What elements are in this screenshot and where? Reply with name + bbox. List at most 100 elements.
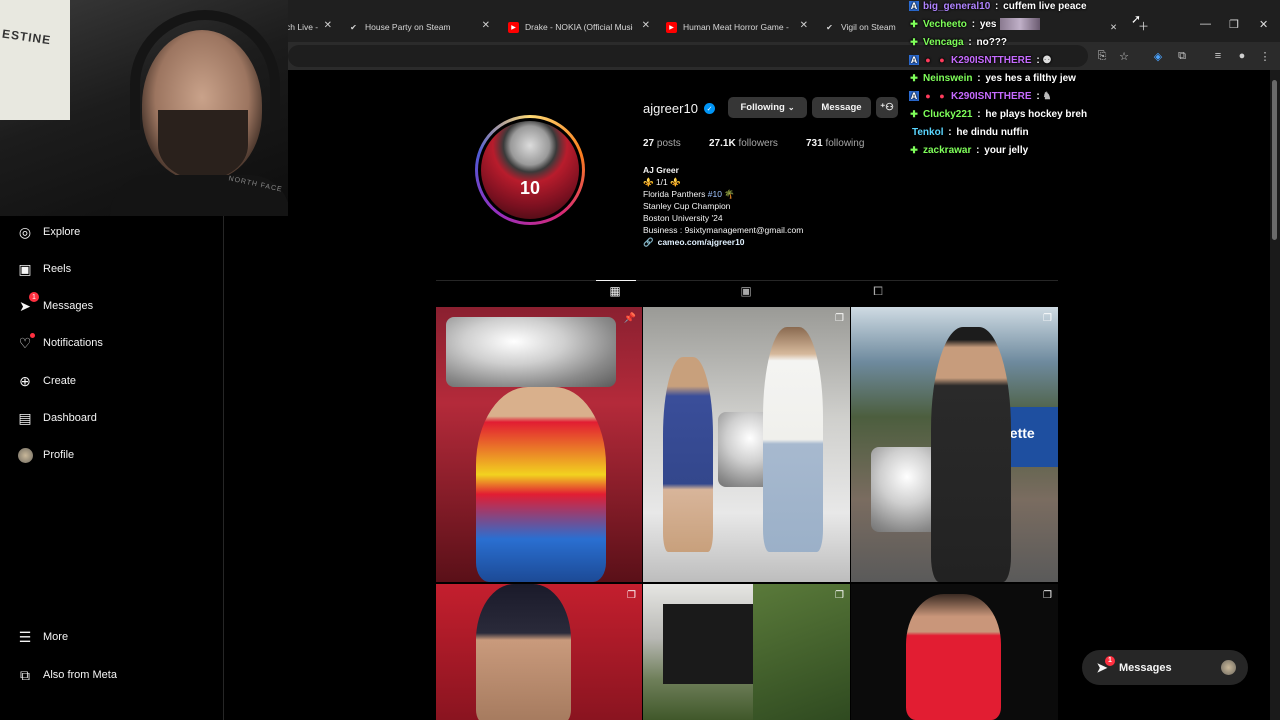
bio-line: Stanley Cup Champion <box>643 201 731 211</box>
close-icon[interactable]: ✕ <box>1110 14 1126 40</box>
heart-badge-icon: ● <box>925 55 931 65</box>
followers-count[interactable]: 27.1K followers <box>709 138 778 149</box>
sub-icon: ✚ <box>910 37 918 47</box>
tab-title: Vigil on Steam <box>841 22 896 32</box>
kebab-menu-icon[interactable]: ⋮ <box>1257 48 1273 64</box>
reels-tab-icon[interactable]: ▣ <box>738 283 754 299</box>
media-icon[interactable]: ≡ <box>1210 48 1226 64</box>
unread-badge: 1 <box>29 292 39 302</box>
following-button[interactable]: Following ⌄ <box>728 97 807 118</box>
sub-icon: ✚ <box>910 145 918 155</box>
prime-icon: A <box>909 1 919 11</box>
heart-badge-icon: ● <box>939 91 945 101</box>
prime-icon: A <box>909 55 919 65</box>
suggested-users-button[interactable]: ⁺⚇ <box>876 97 898 118</box>
chat-message: A ● ● K290ISNTTHERE : ♞ <box>909 90 1052 102</box>
carousel-icon: ❐ <box>1043 313 1052 324</box>
mouse-cursor-icon: ➚ <box>1131 12 1142 26</box>
sidebar-item-more[interactable]: ☰ More <box>16 625 68 649</box>
close-icon[interactable]: ✕ <box>800 20 808 31</box>
heart-icon: ♡ <box>16 333 35 352</box>
close-window-icon[interactable]: ✕ <box>1259 18 1268 31</box>
emote-icon: ⚉ <box>1042 54 1052 66</box>
bio-link[interactable]: 🔗 cameo.com/ajgreer10 <box>643 236 803 248</box>
post-thumbnail[interactable]: ❐ <box>436 584 642 720</box>
sidebar-item-messages[interactable]: ➤ 1 Messages <box>16 292 93 318</box>
profile-avatar-icon[interactable]: ● <box>1234 48 1250 64</box>
player <box>931 327 1011 582</box>
sub-icon: ✚ <box>910 19 918 29</box>
post-thumbnail[interactable]: 📌 <box>436 307 642 582</box>
browser-tab[interactable]: ▶ Drake - NOKIA (Official Music V ✕ <box>500 14 656 40</box>
scrollbar-thumb[interactable] <box>1272 80 1277 240</box>
message-button[interactable]: Message <box>812 97 871 118</box>
sidebar-item-meta[interactable]: ⧉ Also from Meta <box>16 663 117 687</box>
palm-tree <box>753 584 850 720</box>
minimize-icon[interactable]: — <box>1200 18 1211 30</box>
post-thumbnail[interactable]: ❐ <box>643 584 850 720</box>
notification-dot <box>30 333 35 338</box>
tab-title: House Party on Steam <box>365 22 451 32</box>
browser-tab[interactable]: ch Live - ✕ <box>286 14 338 40</box>
streamer-shirt: NORTH FACE <box>110 175 288 216</box>
compass-icon: ◎ <box>18 223 32 240</box>
browser-tab[interactable]: ✔ Vigil on Steam <box>816 14 916 40</box>
messages-pill-button[interactable]: ➤ 1 Messages <box>1082 650 1248 685</box>
page-scrollbar[interactable] <box>1270 70 1280 720</box>
close-icon[interactable]: ✕ <box>324 20 332 31</box>
restore-icon[interactable]: ❐ <box>1229 18 1239 31</box>
install-icon[interactable]: ⎘ <box>1094 48 1110 64</box>
bio-line: Business : 9sixtymanagement@gmail.com <box>643 225 804 235</box>
youtube-icon: ▶ <box>666 21 677 33</box>
sub-icon: ✚ <box>910 109 918 119</box>
sidebar-item-explore[interactable]: ◎ Explore <box>16 220 80 244</box>
post-thumbnail[interactable]: liette ❐ <box>851 307 1058 582</box>
profile-username: ajgreer10 <box>643 101 698 116</box>
tab-title: ch Live - <box>286 22 319 32</box>
post-thumbnail[interactable]: ❐ <box>643 307 850 582</box>
prime-icon: A <box>909 91 919 101</box>
chat-message: ✚ Vecheeto : yes <box>909 16 1040 32</box>
chat-message: ✚ zackrawar : your jelly <box>910 144 1029 156</box>
hamburger-icon: ☰ <box>18 628 32 645</box>
avatar-photo: 10 <box>481 121 579 219</box>
extension-icon[interactable]: ◈ <box>1150 48 1166 64</box>
chat-message: ✚ Neinswein : yes hes a filthy jew <box>910 72 1076 84</box>
heart-badge-icon: ● <box>939 55 945 65</box>
sidebar: ◎ Explore ▣ Reels ➤ 1 Messages ♡ Notifica… <box>0 216 224 720</box>
browser-tab[interactable]: ▶ Human Meat Horror Game - Yo ✕ <box>658 14 814 40</box>
close-icon[interactable]: ✕ <box>642 20 650 31</box>
emote-icon: ♞ <box>1042 90 1052 102</box>
sidebar-item-notifications[interactable]: ♡ Notifications <box>16 331 103 355</box>
sidebar-item-reels[interactable]: ▣ Reels <box>16 257 71 281</box>
close-icon[interactable]: ✕ <box>482 20 490 31</box>
wall-poster: ESTINE <box>0 0 70 120</box>
post-thumbnail[interactable]: ❐ <box>851 584 1058 720</box>
avatar-icon <box>16 446 34 464</box>
steam-icon: ✔ <box>350 22 357 32</box>
webcam-overlay: ESTINE NORTH FACE <box>0 0 288 216</box>
messenger-icon: ➤ 1 <box>16 292 39 315</box>
chat-message: A big_general10 : cuffem live peace <box>909 0 1087 12</box>
profile-bio: AJ Greer ⚜️ 1/1 ⚜️ Florida Panthers #10 … <box>643 164 803 248</box>
sidebar-item-create[interactable]: ⊕ Create <box>16 369 76 393</box>
tab-title: Human Meat Horror Game - Yo <box>683 22 791 32</box>
browser-tab[interactable]: ✔ House Party on Steam ✕ <box>340 14 496 40</box>
chat-message: A ● ● K290ISNTTHERE : ⚉ <box>909 54 1052 66</box>
sidebar-item-profile[interactable]: Profile <box>16 443 74 467</box>
player <box>476 387 606 582</box>
messenger-icon: ➤ 1 <box>1094 655 1115 676</box>
sub-icon: ✚ <box>910 73 918 83</box>
profile-avatar[interactable]: 10 <box>475 115 585 225</box>
carousel-icon: ❐ <box>627 590 636 601</box>
hashtag-link[interactable]: #10 <box>708 189 722 199</box>
sidebar-item-dashboard[interactable]: ▤ Dashboard <box>16 406 96 430</box>
steam-icon: ✔ <box>826 22 833 32</box>
posts-grid-icon[interactable]: ▦ <box>607 283 623 299</box>
following-count[interactable]: 731 following <box>806 138 864 149</box>
chat-message: ✚ Clucky221 : he plays hockey breh <box>910 108 1088 120</box>
tagged-tab-icon[interactable]: ⧠ <box>870 283 886 299</box>
house <box>663 604 753 684</box>
puzzle-icon[interactable]: ⧉ <box>1174 48 1190 64</box>
star-icon[interactable]: ☆ <box>1116 48 1132 64</box>
